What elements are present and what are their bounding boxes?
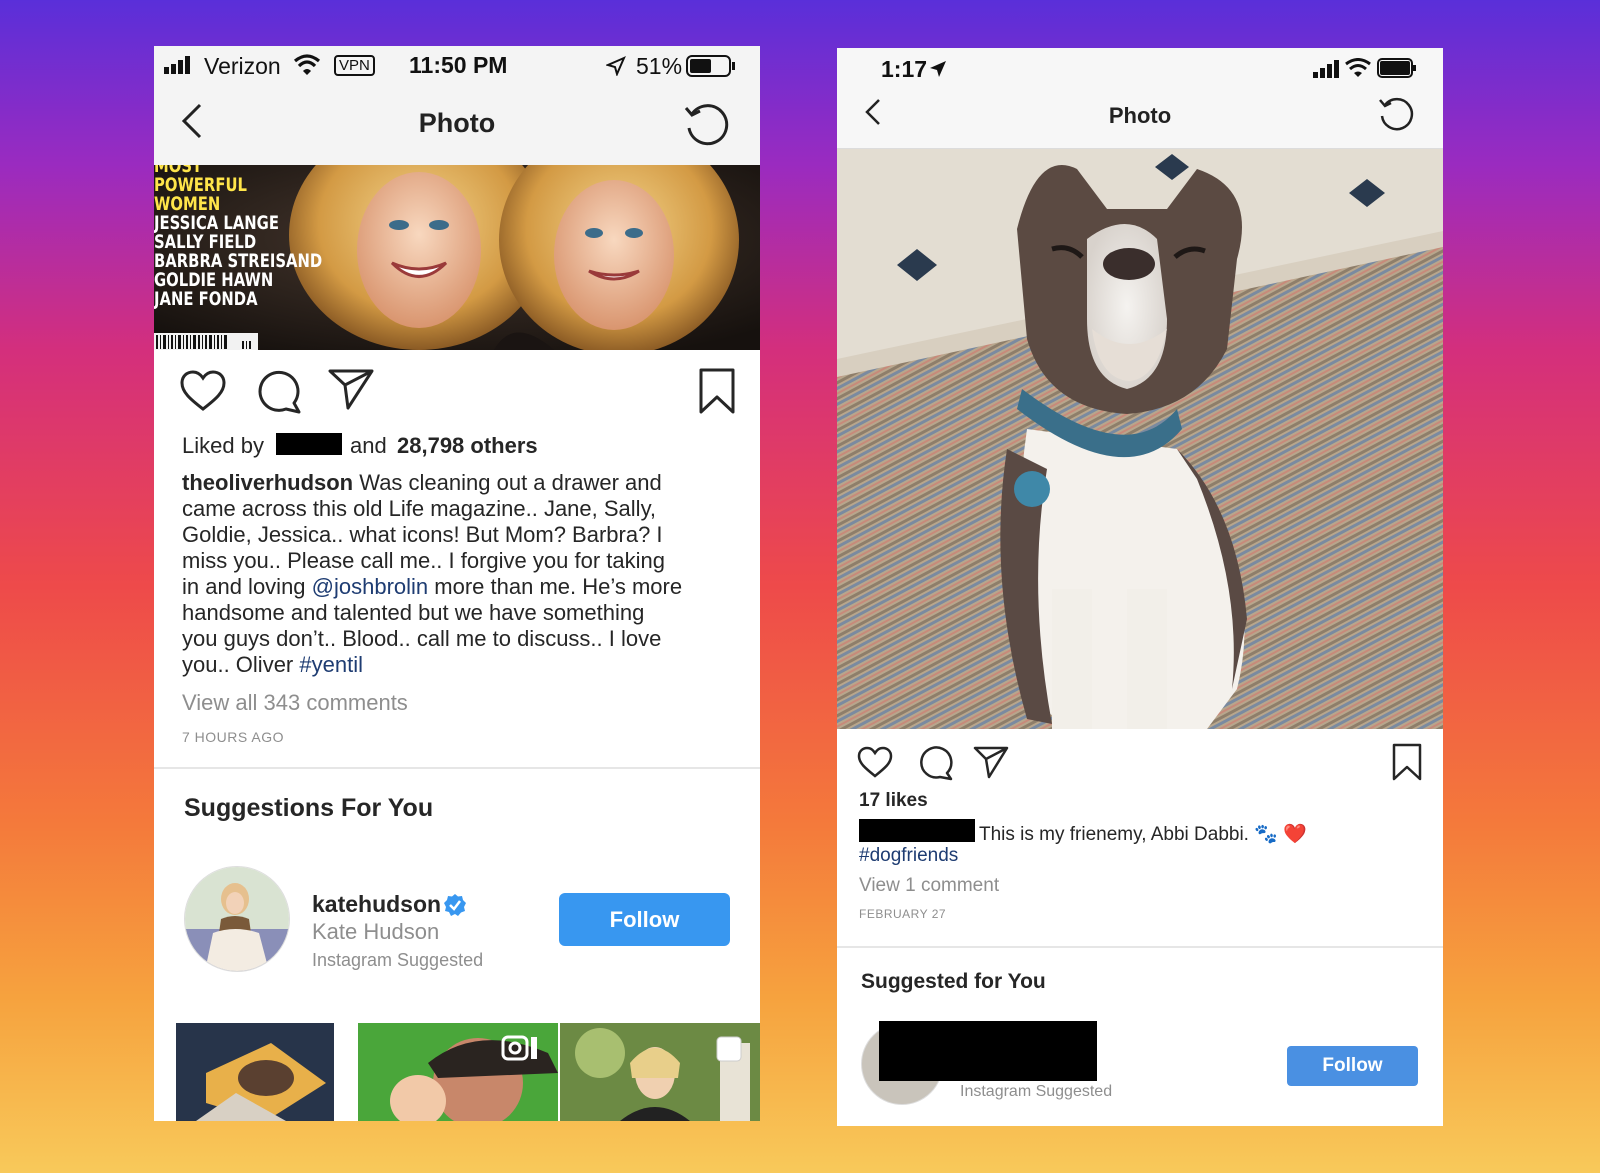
divider bbox=[837, 946, 1443, 948]
heart-icon[interactable] bbox=[180, 370, 226, 412]
wifi-icon bbox=[1345, 58, 1371, 77]
comment-icon[interactable] bbox=[256, 368, 302, 414]
refresh-icon[interactable] bbox=[1377, 94, 1415, 132]
follow-button[interactable]: Follow bbox=[1287, 1046, 1418, 1086]
mention-link[interactable]: @joshbrolin bbox=[312, 574, 429, 599]
likes-count[interactable]: 28,798 others bbox=[397, 433, 538, 459]
left-phone-screen: Verizon VPN 11:50 PM 51% Photo MOST POWE… bbox=[154, 46, 760, 1121]
page-title: Photo bbox=[418, 108, 496, 138]
redacted-username bbox=[859, 819, 975, 842]
signal-icon bbox=[164, 56, 190, 74]
signal-icon bbox=[1313, 60, 1339, 78]
location-arrow-icon bbox=[606, 56, 626, 76]
caption-username[interactable]: theoliverhudson bbox=[182, 470, 353, 495]
battery-icon bbox=[1377, 58, 1416, 78]
battery-icon bbox=[686, 55, 735, 77]
redacted-username bbox=[276, 433, 342, 455]
bookmark-icon[interactable] bbox=[698, 367, 736, 415]
battery-percent: 51% bbox=[636, 53, 683, 79]
divider bbox=[154, 767, 760, 769]
liked-by-label: Liked by bbox=[182, 433, 264, 458]
suggested-photo-thumbnail[interactable] bbox=[176, 1023, 334, 1121]
status-bar: Verizon VPN 11:50 PM 51% bbox=[154, 46, 760, 86]
bookmark-icon[interactable] bbox=[1391, 742, 1423, 782]
suggested-source: Instagram Suggested bbox=[312, 950, 484, 970]
heart-icon[interactable] bbox=[857, 746, 893, 778]
post-timestamp: 7 HOURS AGO bbox=[182, 729, 284, 745]
vpn-badge: VPN bbox=[334, 55, 375, 76]
refresh-icon[interactable] bbox=[682, 100, 730, 148]
view-comments-link[interactable]: View 1 comment bbox=[859, 875, 999, 897]
dog-photo-artwork bbox=[837, 149, 1443, 729]
comment-icon[interactable] bbox=[917, 745, 953, 781]
hashtag-link[interactable]: #dogfriends bbox=[859, 845, 958, 867]
post-date: FEBRUARY 27 bbox=[859, 907, 947, 921]
hashtag-link[interactable]: #yentil bbox=[299, 652, 363, 677]
view-comments-link[interactable]: View all 343 comments bbox=[182, 690, 408, 716]
share-icon[interactable] bbox=[973, 745, 1009, 779]
likes-and-label: and bbox=[350, 433, 387, 458]
carrier-label: Verizon bbox=[204, 53, 281, 79]
wifi-icon bbox=[293, 54, 321, 75]
suggested-source: Instagram Suggested bbox=[960, 1083, 1113, 1100]
post-caption: theoliverhudson Was cleaning out a drawe… bbox=[182, 470, 683, 677]
status-time: 11:50 PM bbox=[409, 52, 508, 78]
status-time: 1:17 bbox=[881, 56, 928, 82]
verified-badge-icon bbox=[444, 894, 466, 916]
nav-bar: Photo bbox=[154, 86, 760, 165]
suggestions-title: Suggestions For You bbox=[184, 794, 434, 822]
suggested-username[interactable]: katehudson bbox=[312, 891, 441, 918]
share-icon[interactable] bbox=[328, 368, 374, 410]
magazine-cover-text: MOST POWERFUL WOMEN JESSICA LANGE SALLY … bbox=[154, 165, 323, 310]
suggested-photo-thumbnail-2[interactable] bbox=[560, 1023, 760, 1121]
redacted-suggested-user bbox=[879, 1021, 1097, 1081]
likes-count[interactable]: 17 likes bbox=[859, 790, 928, 812]
location-arrow-icon bbox=[930, 61, 946, 77]
suggested-full-name: Kate Hudson bbox=[312, 919, 440, 944]
page-title: Photo bbox=[1108, 103, 1172, 128]
status-bar: 1:17 bbox=[837, 48, 1443, 92]
nav-bar: Photo bbox=[837, 92, 1443, 148]
post-photo-dog[interactable] bbox=[837, 149, 1443, 729]
post-photo-magazine[interactable]: MOST POWERFUL WOMEN JESSICA LANGE SALLY … bbox=[154, 165, 760, 350]
suggestions-title: Suggested for You bbox=[861, 970, 1046, 993]
avatar[interactable] bbox=[184, 866, 290, 972]
suggested-video-thumbnail[interactable] bbox=[358, 1023, 558, 1121]
follow-button[interactable]: Follow bbox=[559, 893, 730, 946]
caption-text: This is my frienemy, Abbi Dabbi. 🐾 ❤️ bbox=[979, 824, 1307, 845]
right-phone-screen: 1:17 Photo 17 likes This is my frienemy,… bbox=[837, 48, 1443, 1126]
